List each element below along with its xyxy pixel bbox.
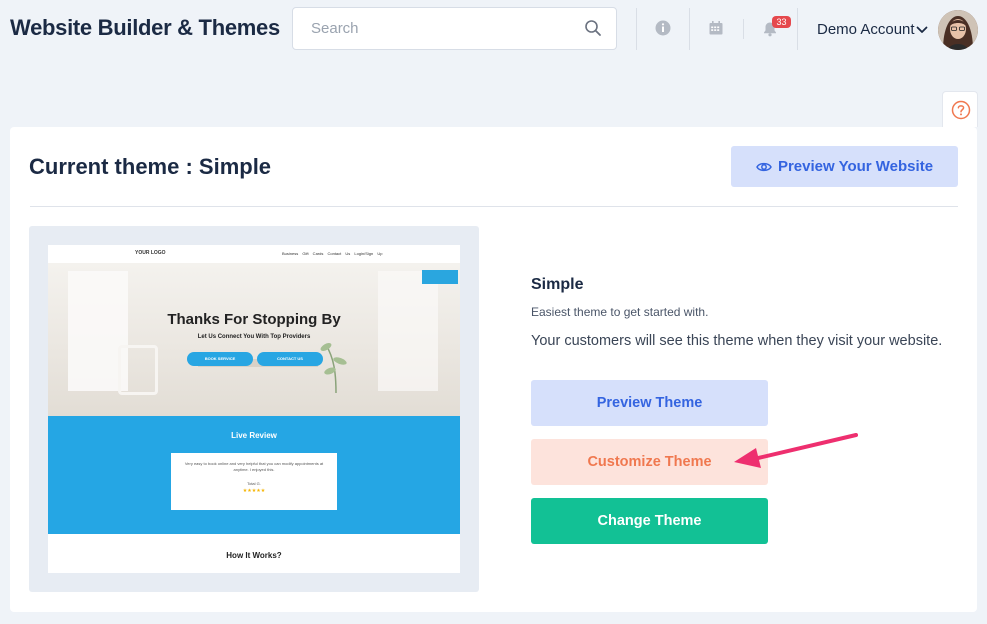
help-tab[interactable]: [942, 91, 978, 127]
preview-website-label: Preview Your Website: [777, 158, 934, 175]
thumbnail-review-stars: ★★★★★: [242, 488, 266, 494]
annotation-arrow: [734, 433, 858, 468]
help-icon[interactable]: [951, 100, 971, 120]
thumbnail-nav: YOUR LOGO Business Gift Cards Contact Us…: [48, 245, 460, 263]
search-input[interactable]: [293, 8, 573, 49]
thumbnail-review-card: Very easy to book online and very helpfu…: [171, 453, 337, 510]
change-theme-button[interactable]: Change Theme: [531, 498, 768, 544]
hero-phone-badge: [422, 270, 458, 284]
thumbnail-hero: Thanks For Stopping By Let Us Connect Yo…: [48, 263, 460, 416]
preview-website-button[interactable]: Preview Your Website: [731, 146, 958, 187]
header-divider: [636, 8, 637, 50]
eye-icon: [756, 162, 772, 171]
hero-window-image: [378, 271, 438, 391]
preview-theme-button[interactable]: Preview Theme: [531, 380, 768, 426]
thumbnail-logo: YOUR LOGO: [135, 250, 166, 256]
app-title: Website Builder & Themes: [10, 15, 280, 40]
notification-badge: 33: [772, 16, 791, 28]
divider: [30, 206, 958, 207]
top-header: Website Builder & Themes 33 Demo Account: [0, 0, 987, 58]
thumbnail-review-name: Total G.: [247, 481, 261, 486]
theme-thumbnail-frame: YOUR LOGO Business Gift Cards Contact Us…: [29, 226, 479, 592]
info-icon[interactable]: [655, 20, 671, 36]
header-divider: [797, 8, 798, 50]
theme-subtitle: Easiest theme to get started with.: [531, 305, 709, 319]
theme-thumbnail[interactable]: YOUR LOGO Business Gift Cards Contact Us…: [48, 245, 460, 573]
header-divider: [689, 8, 690, 50]
thumbnail-review-text: Very easy to book online and very helpfu…: [184, 461, 324, 472]
theme-name: Simple: [531, 276, 584, 293]
hero-plant-image: [320, 343, 347, 393]
header-divider: [743, 19, 744, 39]
calendar-icon[interactable]: [708, 20, 724, 36]
hero-chair-image: [118, 345, 158, 395]
thumbnail-how-title: How It Works?: [226, 551, 282, 560]
search-icon[interactable]: [584, 19, 602, 37]
thumbnail-book-button: BOOK SERVICE: [187, 352, 253, 366]
thumbnail-hero-title: Thanks For Stopping By: [167, 311, 341, 328]
thumbnail-contact-button: CONTACT US: [257, 352, 323, 366]
theme-description: Your customers will see this theme when …: [531, 333, 943, 349]
thumbnail-hero-subtitle: Let Us Connect You With Top Providers: [197, 334, 311, 340]
page-title: Current theme : Simple: [29, 154, 272, 179]
search-box[interactable]: [292, 7, 617, 50]
thumbnail-nav-links: Business Gift Cards Contact Us Login/Sig…: [282, 251, 383, 256]
chevron-down-icon[interactable]: [916, 26, 928, 34]
theme-card: Current theme : Simple Preview Your Webs…: [10, 127, 977, 612]
account-name[interactable]: Demo Account: [817, 21, 915, 38]
thumbnail-review-section: Live Review Very easy to book online and…: [48, 416, 460, 534]
thumbnail-review-title: Live Review: [231, 431, 277, 440]
avatar[interactable]: [938, 10, 978, 50]
